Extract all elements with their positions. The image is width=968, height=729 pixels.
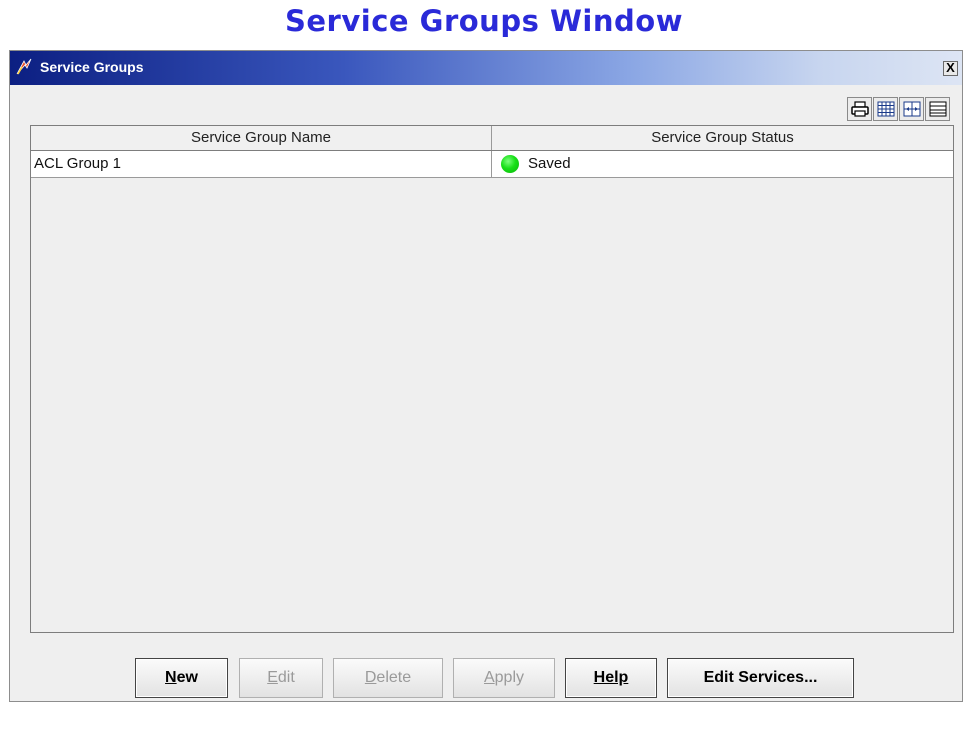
button-bar: New Edit Delete Apply Help Edit Services… — [10, 658, 962, 698]
edit-button-mnemonic: E — [267, 669, 278, 686]
apply-button-mnemonic: A — [483, 669, 495, 686]
row-layout-icon[interactable] — [925, 97, 950, 121]
fit-columns-icon[interactable] — [899, 97, 924, 121]
delete-button-label-rest: elete — [376, 669, 412, 686]
delete-button-mnemonic: D — [364, 669, 377, 686]
window-title: Service Groups — [40, 59, 144, 75]
help-button[interactable]: Help — [565, 658, 657, 698]
new-button-label-rest: ew — [176, 669, 198, 686]
service-groups-table: Service Group Name Service Group Status … — [30, 125, 954, 633]
service-groups-window: Service Groups X Service Group Name Serv… — [9, 50, 963, 702]
status-indicator-icon — [501, 155, 519, 173]
column-header-name[interactable]: Service Group Name — [31, 126, 492, 150]
edit-button-label-rest: dit — [277, 669, 295, 686]
page-caption: Service Groups Window — [285, 4, 683, 38]
table-toolbar — [847, 97, 950, 121]
status-text: Saved — [528, 155, 571, 172]
table-row[interactable]: ACL Group 1 Saved — [31, 151, 953, 178]
help-button-mnemonic: Help — [593, 669, 629, 686]
new-button[interactable]: New — [135, 658, 228, 698]
app-logo-icon — [15, 58, 33, 76]
service-group-name-cell: ACL Group 1 — [31, 151, 492, 177]
table-header: Service Group Name Service Group Status — [31, 126, 953, 151]
printer-icon[interactable] — [847, 97, 872, 121]
close-icon[interactable]: X — [943, 61, 958, 76]
column-header-status[interactable]: Service Group Status — [492, 126, 953, 150]
service-group-status-cell: Saved — [492, 151, 953, 177]
apply-button-label-rest: pply — [494, 669, 525, 686]
edit-button[interactable]: Edit — [239, 658, 323, 698]
edit-services-button[interactable]: Edit Services... — [667, 658, 854, 698]
new-button-mnemonic: N — [165, 669, 177, 686]
grid-table-icon[interactable] — [873, 97, 898, 121]
window-titlebar[interactable]: Service Groups X — [10, 51, 962, 85]
delete-button[interactable]: Delete — [333, 658, 443, 698]
apply-button[interactable]: Apply — [453, 658, 555, 698]
